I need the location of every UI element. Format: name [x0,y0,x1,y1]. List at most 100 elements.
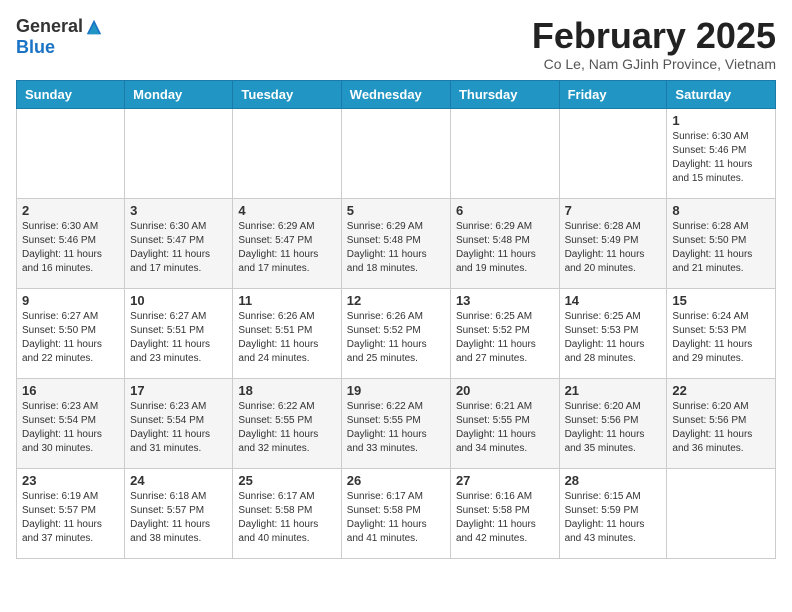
page-header: General Blue February 2025 Co Le, Nam GJ… [16,16,776,72]
calendar-day-cell: 9 Sunrise: 6:27 AM Sunset: 5:50 PM Daylig… [17,288,125,378]
day-number: 14 [565,293,662,308]
calendar-day-cell [17,108,125,198]
day-of-week-header: Tuesday [233,80,341,108]
calendar-table: SundayMondayTuesdayWednesdayThursdayFrid… [16,80,776,559]
day-of-week-header: Thursday [450,80,559,108]
day-number: 28 [565,473,662,488]
day-info: Sunrise: 6:26 AM Sunset: 5:51 PM Dayligh… [238,310,335,366]
calendar-day-cell: 23 Sunrise: 6:19 AM Sunset: 5:57 PM Dayli… [17,468,125,558]
day-number: 20 [456,383,554,398]
day-of-week-header: Saturday [667,80,776,108]
day-number: 19 [347,383,445,398]
logo-blue-text: Blue [16,37,55,58]
day-info: Sunrise: 6:23 AM Sunset: 5:54 PM Dayligh… [130,400,227,456]
calendar-week-row: 1 Sunrise: 6:30 AM Sunset: 5:46 PM Daylig… [17,108,776,198]
day-info: Sunrise: 6:22 AM Sunset: 5:55 PM Dayligh… [238,400,335,456]
day-number: 11 [238,293,335,308]
day-number: 6 [456,203,554,218]
day-number: 23 [22,473,119,488]
calendar-day-cell [125,108,233,198]
calendar-week-row: 2 Sunrise: 6:30 AM Sunset: 5:46 PM Daylig… [17,198,776,288]
calendar-day-cell [559,108,667,198]
month-title: February 2025 [532,16,776,56]
day-info: Sunrise: 6:19 AM Sunset: 5:57 PM Dayligh… [22,490,119,546]
calendar-day-cell: 5Sunrise: 6:29 AM Sunset: 5:48 PM Daylig… [341,198,450,288]
calendar-day-cell: 8 Sunrise: 6:28 AM Sunset: 5:50 PM Daylig… [667,198,776,288]
day-number: 13 [456,293,554,308]
calendar-day-cell: 17Sunrise: 6:23 AM Sunset: 5:54 PM Dayli… [125,378,233,468]
calendar-day-cell: 18 Sunrise: 6:22 AM Sunset: 5:55 PM Dayli… [233,378,341,468]
calendar-day-cell: 19 Sunrise: 6:22 AM Sunset: 5:55 PM Dayli… [341,378,450,468]
calendar-day-cell: 2 Sunrise: 6:30 AM Sunset: 5:46 PM Daylig… [17,198,125,288]
logo-icon [85,18,103,36]
calendar-day-cell: 20Sunrise: 6:21 AM Sunset: 5:55 PM Dayli… [450,378,559,468]
calendar-day-cell [233,108,341,198]
calendar-day-cell: 24 Sunrise: 6:18 AM Sunset: 5:57 PM Dayli… [125,468,233,558]
day-info: Sunrise: 6:27 AM Sunset: 5:50 PM Dayligh… [22,310,119,366]
calendar-day-cell [341,108,450,198]
calendar-week-row: 9 Sunrise: 6:27 AM Sunset: 5:50 PM Daylig… [17,288,776,378]
day-number: 22 [672,383,770,398]
day-number: 10 [130,293,227,308]
calendar-day-cell: 7 Sunrise: 6:28 AM Sunset: 5:49 PM Daylig… [559,198,667,288]
day-info: Sunrise: 6:20 AM Sunset: 5:56 PM Dayligh… [565,400,662,456]
day-number: 24 [130,473,227,488]
day-info: Sunrise: 6:28 AM Sunset: 5:50 PM Dayligh… [672,220,770,276]
day-info: Sunrise: 6:30 AM Sunset: 5:47 PM Dayligh… [130,220,227,276]
title-block: February 2025 Co Le, Nam GJinh Province,… [532,16,776,72]
calendar-day-cell: 28 Sunrise: 6:15 AM Sunset: 5:59 PM Dayli… [559,468,667,558]
calendar-day-cell: 13 Sunrise: 6:25 AM Sunset: 5:52 PM Dayli… [450,288,559,378]
day-number: 8 [672,203,770,218]
day-info: Sunrise: 6:18 AM Sunset: 5:57 PM Dayligh… [130,490,227,546]
day-number: 18 [238,383,335,398]
day-info: Sunrise: 6:15 AM Sunset: 5:59 PM Dayligh… [565,490,662,546]
calendar-day-cell: 11 Sunrise: 6:26 AM Sunset: 5:51 PM Dayli… [233,288,341,378]
day-of-week-header: Monday [125,80,233,108]
calendar-day-cell: 27 Sunrise: 6:16 AM Sunset: 5:58 PM Dayli… [450,468,559,558]
calendar-day-cell: 21 Sunrise: 6:20 AM Sunset: 5:56 PM Dayli… [559,378,667,468]
calendar-day-cell: 4 Sunrise: 6:29 AM Sunset: 5:47 PM Daylig… [233,198,341,288]
day-info: Sunrise: 6:17 AM Sunset: 5:58 PM Dayligh… [238,490,335,546]
calendar-day-cell [667,468,776,558]
day-info: Sunrise: 6:29 AM Sunset: 5:47 PM Dayligh… [238,220,335,276]
day-of-week-header: Sunday [17,80,125,108]
day-info: Sunrise: 6:17 AM Sunset: 5:58 PM Dayligh… [347,490,445,546]
location-subtitle: Co Le, Nam GJinh Province, Vietnam [532,56,776,72]
day-number: 1 [672,113,770,128]
calendar-day-cell: 25 Sunrise: 6:17 AM Sunset: 5:58 PM Dayli… [233,468,341,558]
calendar-day-cell: 1 Sunrise: 6:30 AM Sunset: 5:46 PM Daylig… [667,108,776,198]
logo: General Blue [16,16,103,58]
day-number: 21 [565,383,662,398]
day-number: 27 [456,473,554,488]
day-of-week-header: Wednesday [341,80,450,108]
day-number: 7 [565,203,662,218]
day-info: Sunrise: 6:28 AM Sunset: 5:49 PM Dayligh… [565,220,662,276]
day-number: 16 [22,383,119,398]
day-info: Sunrise: 6:22 AM Sunset: 5:55 PM Dayligh… [347,400,445,456]
day-info: Sunrise: 6:29 AM Sunset: 5:48 PM Dayligh… [456,220,554,276]
day-number: 3 [130,203,227,218]
calendar-day-cell: 6 Sunrise: 6:29 AM Sunset: 5:48 PM Daylig… [450,198,559,288]
day-number: 9 [22,293,119,308]
day-info: Sunrise: 6:23 AM Sunset: 5:54 PM Dayligh… [22,400,119,456]
day-info: Sunrise: 6:30 AM Sunset: 5:46 PM Dayligh… [22,220,119,276]
day-info: Sunrise: 6:29 AM Sunset: 5:48 PM Dayligh… [347,220,445,276]
day-info: Sunrise: 6:25 AM Sunset: 5:52 PM Dayligh… [456,310,554,366]
day-info: Sunrise: 6:30 AM Sunset: 5:46 PM Dayligh… [672,130,770,186]
day-number: 4 [238,203,335,218]
day-info: Sunrise: 6:16 AM Sunset: 5:58 PM Dayligh… [456,490,554,546]
calendar-day-cell: 16 Sunrise: 6:23 AM Sunset: 5:54 PM Dayli… [17,378,125,468]
day-number: 12 [347,293,445,308]
calendar-day-cell: 22Sunrise: 6:20 AM Sunset: 5:56 PM Dayli… [667,378,776,468]
day-number: 15 [672,293,770,308]
calendar-day-cell: 14Sunrise: 6:25 AM Sunset: 5:53 PM Dayli… [559,288,667,378]
calendar-day-cell: 26 Sunrise: 6:17 AM Sunset: 5:58 PM Dayli… [341,468,450,558]
calendar-day-cell: 15Sunrise: 6:24 AM Sunset: 5:53 PM Dayli… [667,288,776,378]
day-of-week-header: Friday [559,80,667,108]
calendar-day-cell: 10 Sunrise: 6:27 AM Sunset: 5:51 PM Dayli… [125,288,233,378]
logo-general-text: General [16,16,83,37]
day-info: Sunrise: 6:27 AM Sunset: 5:51 PM Dayligh… [130,310,227,366]
day-number: 25 [238,473,335,488]
day-number: 26 [347,473,445,488]
day-number: 2 [22,203,119,218]
